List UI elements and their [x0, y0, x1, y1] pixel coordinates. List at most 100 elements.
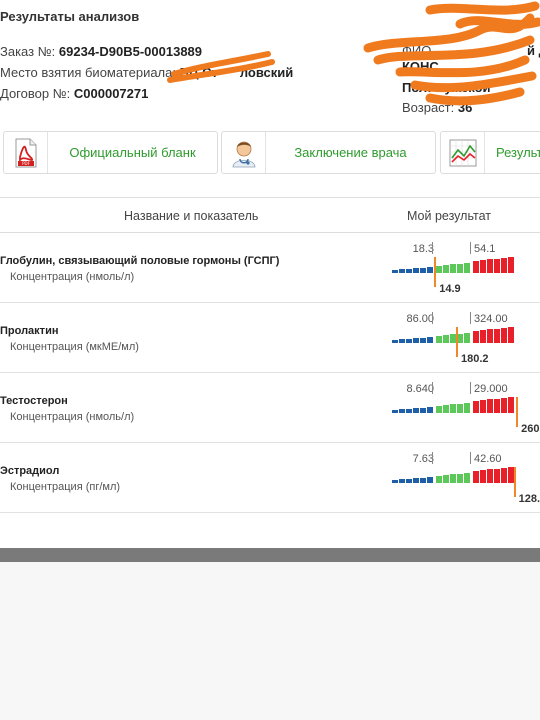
result-gauge: 18.3 54.1 14.9: [390, 233, 540, 303]
range-bar: [487, 469, 493, 483]
table-row[interactable]: Пролактин Концентрация (мкМЕ/мл) 86.00 324.…: [0, 303, 540, 373]
range-bar: [487, 399, 493, 413]
range-bar: [494, 468, 500, 483]
official-form-button[interactable]: PDF Официальный бланк: [3, 131, 218, 174]
reference-high-tick: [470, 312, 471, 324]
range-bar: [464, 262, 470, 273]
range-bar: [494, 328, 500, 343]
doctor-conclusion-button[interactable]: Заключение врача: [221, 131, 436, 174]
range-bar: [392, 270, 398, 273]
analyte-unit: Концентрация (нмоль/л): [10, 271, 135, 283]
reference-high-tick: [470, 452, 471, 464]
range-bar: [399, 339, 405, 343]
table-row[interactable]: Тестостерон Концентрация (нмоль/л) 8.640 29…: [0, 373, 540, 443]
range-bar: [501, 327, 507, 343]
range-bar: [508, 257, 514, 273]
range-bar: [494, 258, 500, 273]
reference-high: 54.1: [474, 243, 496, 255]
result-value: 180.2: [461, 353, 489, 365]
official-form-label: Официальный бланк: [69, 145, 196, 160]
analyte-unit: Концентрация (мкМЕ/мл): [10, 341, 139, 353]
analyte-unit: Концентрация (нмоль/л): [10, 411, 135, 423]
range-bar: [480, 400, 486, 413]
range-bar: [436, 406, 442, 413]
reference-low: 8.640: [406, 383, 434, 395]
page-title: Результаты анализов: [0, 9, 140, 24]
range-bar: [464, 402, 470, 413]
redaction-scribble: [167, 51, 275, 83]
reference-high: 29.000: [474, 383, 508, 395]
range-bar: [473, 471, 479, 483]
reference-high: 42.60: [474, 453, 502, 465]
value-marker: [516, 397, 519, 427]
column-result-header: Мой результат: [407, 209, 491, 223]
range-bar: [392, 410, 398, 413]
range-bar: [480, 260, 486, 273]
result-gauge: 7.63 42.60 128.1: [390, 443, 540, 513]
empty-area: [0, 562, 540, 720]
range-bars: [390, 327, 540, 343]
result-value: 128.1: [518, 493, 540, 505]
range-bar: [464, 472, 470, 483]
range-bar: [399, 479, 405, 483]
range-bar: [457, 403, 463, 413]
range-bar: [457, 473, 463, 483]
reference-low: 18.3: [412, 243, 434, 255]
footer-bar: [0, 548, 540, 562]
range-bar: [427, 337, 433, 343]
range-bar: [413, 478, 419, 483]
reference-high: 324.00: [474, 313, 508, 325]
contract-number-value: C000007271: [73, 86, 149, 101]
range-bar: [501, 397, 507, 413]
reference-low-tick: [432, 382, 433, 394]
range-bars: [390, 467, 540, 483]
results-chart-button[interactable]: Результ: [440, 131, 540, 174]
value-marker: [434, 257, 437, 287]
table-row[interactable]: Глобулин, связывающий половые гормоны (Г…: [0, 233, 540, 303]
range-bar: [399, 269, 405, 273]
range-bar: [501, 467, 507, 483]
range-bar: [436, 336, 442, 343]
range-bar: [420, 477, 426, 483]
analyte-name: Пролактин: [0, 325, 59, 337]
range-bar: [480, 470, 486, 483]
result-gauge: 8.640 29.000 260.1: [390, 373, 540, 443]
results-chart-label: Результ: [496, 145, 540, 160]
column-name-header: Название и показатель: [124, 209, 259, 223]
range-bar: [487, 259, 493, 273]
range-bar: [427, 407, 433, 413]
value-marker: [513, 467, 516, 497]
analyte-name: Глобулин, связывающий половые гормоны (Г…: [0, 255, 280, 267]
doctor-icon: [222, 132, 266, 173]
range-bar: [436, 266, 442, 273]
range-bar: [443, 335, 449, 343]
reference-high-tick: [470, 382, 471, 394]
range-bar: [450, 404, 456, 413]
range-bar: [413, 268, 419, 273]
range-bar: [406, 478, 412, 483]
reference-high-tick: [470, 242, 471, 254]
reference-low-tick: [432, 242, 433, 254]
range-bar: [413, 338, 419, 343]
analyte-name: Тестостерон: [0, 395, 68, 407]
analyte-unit: Концентрация (пг/мл): [10, 481, 121, 493]
range-bar: [501, 257, 507, 273]
range-bar: [406, 268, 412, 273]
table-row[interactable]: Эстрадиол Концентрация (пг/мл) 7.63 42.60 12…: [0, 443, 540, 513]
value-marker: [456, 327, 458, 357]
contract-number: Договор №: C000007271: [0, 86, 149, 101]
range-bar: [413, 408, 419, 413]
doctor-conclusion-label: Заключение врача: [294, 145, 407, 160]
range-bar: [473, 261, 479, 273]
range-bar: [450, 264, 456, 273]
range-bar: [508, 327, 514, 343]
redaction-scribble: [363, 1, 540, 106]
chart-icon: [441, 132, 485, 173]
range-bar: [487, 329, 493, 343]
range-bar: [406, 338, 412, 343]
result-gauge: 86.00 324.00 180.2: [390, 303, 540, 373]
range-bars: [390, 257, 540, 273]
range-bar: [443, 475, 449, 483]
range-bar: [399, 409, 405, 413]
results-table-header: Название и показатель Мой результат: [0, 197, 540, 233]
